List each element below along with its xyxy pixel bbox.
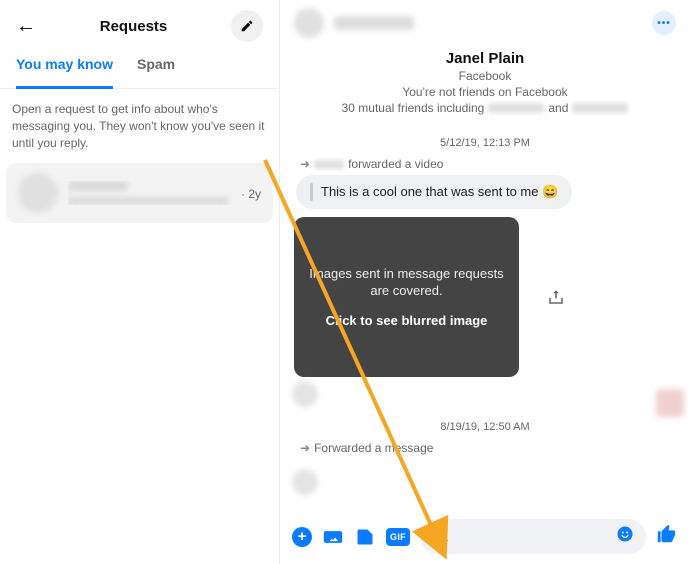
thumb-up-icon <box>656 523 678 545</box>
timestamp: 5/12/19, 12:13 PM <box>294 137 676 149</box>
profile-relation: You're not friends on Facebook <box>294 85 676 99</box>
sticker-preview[interactable] <box>656 389 684 417</box>
request-preview <box>68 181 235 205</box>
header-name <box>334 16 414 30</box>
avatar <box>18 173 58 213</box>
avatar[interactable] <box>294 8 324 38</box>
conversation-pane: ••• Janel Plain Facebook You're not frie… <box>280 0 690 564</box>
requests-info-text: Open a request to get info about who's m… <box>0 89 279 163</box>
forward-arrow-icon: ➜ <box>300 441 310 455</box>
sticker-icon <box>355 527 375 547</box>
add-button[interactable]: + <box>292 527 312 547</box>
plus-icon: + <box>298 528 307 545</box>
conversation-header: ••• <box>280 0 690 46</box>
filter-tabs: You may know Spam <box>0 46 279 89</box>
request-row[interactable]: · 2y <box>6 163 273 223</box>
request-time: · 2y <box>241 173 261 201</box>
forwarded-label: ➜ Forwarded a message <box>300 441 676 455</box>
photo-button[interactable] <box>322 526 344 548</box>
profile-name: Janel Plain <box>294 50 676 67</box>
conversation-scroll[interactable]: Janel Plain Facebook You're not friends … <box>280 46 690 509</box>
message-row: This is a cool one that was sent to me 😄 <box>294 175 676 209</box>
forwarded-label: ➜ forwarded a video <box>300 157 676 171</box>
covered-image[interactable]: Images sent in message requests are cove… <box>294 217 519 377</box>
back-arrow-icon[interactable]: ← <box>16 15 36 38</box>
tab-spam[interactable]: Spam <box>137 56 175 89</box>
forward-arrow-icon: ➜ <box>300 157 310 171</box>
smiley-icon <box>616 525 634 543</box>
cover-cta: Click to see blurred image <box>326 313 488 328</box>
sticker-button[interactable] <box>354 526 376 548</box>
quote-bar <box>310 183 313 201</box>
composer: + GIF <box>280 509 690 564</box>
requests-sidebar: ← Requests You may know Spam Open a requ… <box>0 0 280 564</box>
message-input[interactable] <box>432 529 616 544</box>
like-button[interactable] <box>656 523 678 551</box>
sidebar-header: ← Requests <box>0 0 279 46</box>
gif-button[interactable]: GIF <box>386 528 410 546</box>
tab-you-may-know[interactable]: You may know <box>16 56 113 89</box>
avatar <box>292 381 318 407</box>
compose-button[interactable] <box>231 10 263 42</box>
cover-text: Images sent in message requests are cove… <box>308 266 505 300</box>
pencil-icon <box>240 19 254 33</box>
covered-image-row: Images sent in message requests are cove… <box>294 217 676 377</box>
avatar <box>292 469 318 495</box>
emoji-picker-button[interactable] <box>616 525 634 548</box>
message-bubble[interactable]: This is a cool one that was sent to me 😄 <box>296 175 572 209</box>
profile-summary: Janel Plain Facebook You're not friends … <box>294 50 676 115</box>
sidebar-title: Requests <box>100 18 168 35</box>
more-options-button[interactable]: ••• <box>652 11 676 35</box>
message-input-wrap[interactable] <box>420 519 646 554</box>
profile-mutual: 30 mutual friends including and <box>294 101 676 115</box>
ellipsis-icon: ••• <box>657 18 671 29</box>
message-text: This is a cool one that was sent to me 😄 <box>321 184 558 200</box>
timestamp: 8/19/19, 12:50 AM <box>294 421 676 433</box>
share-icon[interactable] <box>547 288 565 306</box>
photo-icon <box>323 527 343 547</box>
profile-platform: Facebook <box>294 69 676 83</box>
